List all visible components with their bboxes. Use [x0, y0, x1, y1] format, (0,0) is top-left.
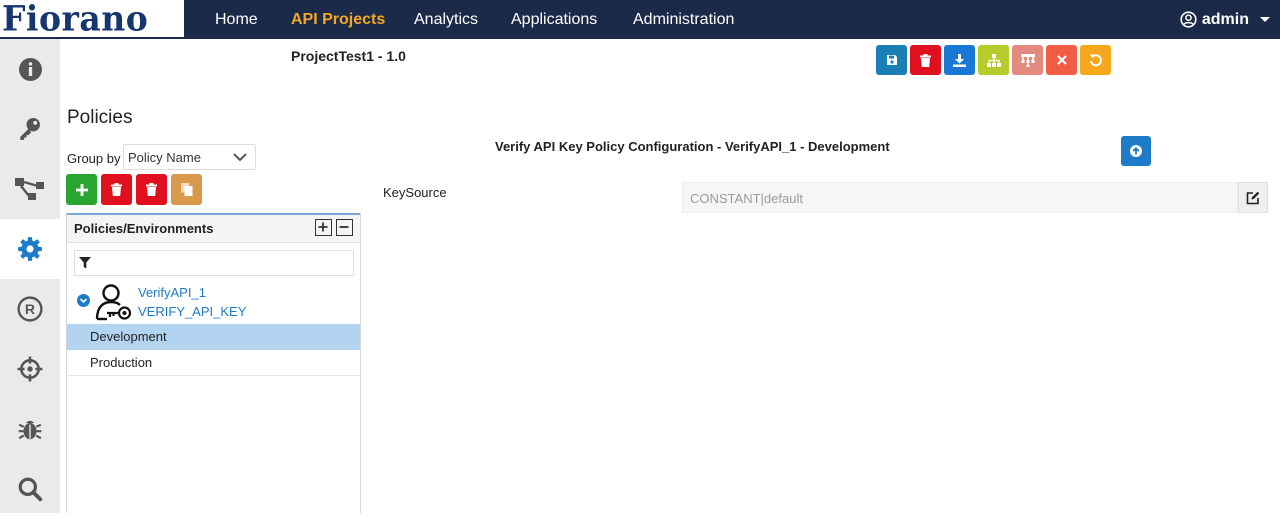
project-title: ProjectTest1 - 1.0 [291, 48, 406, 64]
flow-icon [15, 178, 44, 200]
hierarchy-icon [986, 53, 1001, 67]
chevron-down-icon [233, 153, 247, 162]
tree-structure-icon [1020, 53, 1035, 67]
sidebar-item-search[interactable] [0, 459, 60, 519]
filter-icon [79, 257, 91, 269]
bug-icon [18, 420, 42, 440]
nav-api-projects[interactable]: API Projects [291, 0, 385, 39]
group-by-select[interactable]: Policy Name [123, 144, 256, 170]
edit-icon [1246, 191, 1260, 204]
sidebar-item-monitor[interactable] [0, 339, 60, 399]
delete-environment-button[interactable] [136, 174, 167, 205]
nav-applications[interactable]: Applications [511, 0, 597, 39]
policies-heading: Policies [67, 107, 133, 128]
config-title: Verify API Key Policy Configuration - Ve… [495, 139, 890, 154]
keysource-label: KeySource [383, 185, 447, 200]
save-icon [886, 55, 897, 65]
registered-icon: R [17, 296, 43, 322]
sidebar-item-policies[interactable] [0, 219, 60, 279]
info-icon [18, 57, 42, 81]
collapse-icon [339, 226, 349, 228]
nav-administration[interactable]: Administration [633, 0, 734, 39]
top-nav-bar: Fiorano Home API Projects Analytics Appl… [0, 0, 1280, 39]
group-by-value: Policy Name [128, 150, 201, 165]
upload-button[interactable] [1121, 136, 1151, 166]
delete-project-button[interactable] [910, 45, 941, 75]
sidebar-item-registered[interactable]: R [0, 279, 60, 339]
crosshair-icon [17, 356, 43, 382]
sidebar-item-flows[interactable] [0, 159, 60, 219]
sidebar: R [0, 39, 60, 513]
policy-tree-panel: Policies/Environments VerifyAPI_1 VERIFY… [66, 213, 361, 513]
environment-label: Production [90, 355, 153, 370]
group-by-label: Group by [67, 151, 121, 166]
policy-name[interactable]: VerifyAPI_1 [138, 285, 206, 300]
sidebar-item-debug[interactable] [0, 399, 60, 459]
verify-key-policy-icon [95, 284, 132, 321]
copy-icon [180, 183, 192, 196]
nav-home[interactable]: Home [215, 0, 258, 39]
logo-text: Fiorano [2, 0, 149, 39]
delete-policy-button[interactable] [101, 174, 132, 205]
tree-filter-input[interactable] [74, 250, 354, 276]
environment-label: Development [90, 329, 167, 344]
fiorano-logo[interactable]: Fiorano [0, 0, 184, 39]
project-toolbar [876, 45, 1111, 75]
user-menu[interactable]: admin [1180, 0, 1270, 39]
chevron-down-icon[interactable] [77, 294, 90, 307]
download-icon [953, 53, 966, 67]
user-name: admin [1201, 10, 1249, 28]
nav-analytics[interactable]: Analytics [414, 0, 478, 39]
save-button[interactable] [876, 45, 907, 75]
close-icon [1056, 55, 1067, 65]
expand-icon [318, 222, 328, 232]
user-circle-icon [1180, 11, 1197, 28]
keysource-field[interactable]: CONSTANT|default [682, 182, 1238, 213]
sidebar-item-keys[interactable] [0, 99, 60, 159]
gear-icon [18, 237, 42, 261]
environment-production[interactable]: Production [67, 350, 360, 376]
tree-header: Policies/Environments [67, 213, 360, 243]
delete-icon [146, 183, 157, 196]
policy-actions [66, 174, 202, 205]
download-button[interactable] [944, 45, 975, 75]
sidebar-item-info[interactable] [0, 39, 60, 99]
key-icon [20, 117, 40, 140]
tree-header-label: Policies/Environments [74, 221, 214, 236]
structure-button[interactable] [1012, 45, 1043, 75]
add-policy-button[interactable] [66, 174, 97, 205]
undo-button[interactable] [1080, 45, 1111, 75]
upload-icon [1130, 145, 1142, 157]
delete-icon [920, 53, 931, 67]
chevron-down-icon [1260, 17, 1270, 22]
keysource-value: CONSTANT|default [690, 191, 803, 206]
copy-policy-button[interactable] [171, 174, 202, 205]
environment-development[interactable]: Development [67, 324, 360, 350]
undo-icon [1089, 54, 1102, 67]
policy-node[interactable]: VerifyAPI_1 VERIFY_API_KEY [67, 280, 360, 322]
expand-all-button[interactable] [315, 219, 332, 236]
close-button[interactable] [1046, 45, 1077, 75]
svg-text:R: R [25, 301, 35, 317]
search-icon [18, 477, 43, 502]
plus-icon [75, 183, 88, 196]
hierarchy-button[interactable] [978, 45, 1009, 75]
policy-type[interactable]: VERIFY_API_KEY [138, 304, 246, 319]
delete-icon [111, 183, 122, 196]
edit-keysource-button[interactable] [1238, 182, 1268, 213]
collapse-all-button[interactable] [336, 219, 353, 236]
